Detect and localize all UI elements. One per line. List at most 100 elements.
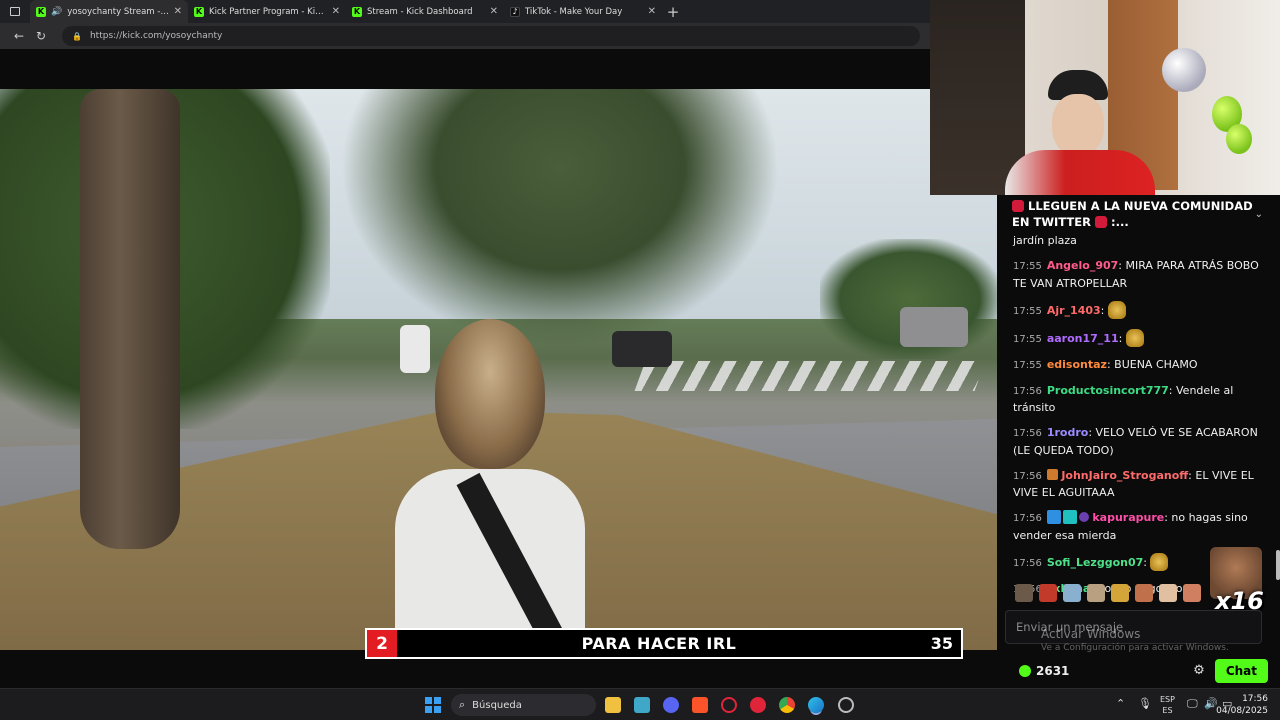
tab-title: Stream - Kick Dashboard xyxy=(367,6,473,17)
recent-emotes-row xyxy=(1015,582,1215,604)
close-tab-icon[interactable]: ✕ xyxy=(174,6,182,17)
ticker-text: PARA HACER IRL xyxy=(581,634,737,653)
network-icon[interactable]: 🖵 xyxy=(1187,697,1198,711)
window-menu-icon[interactable] xyxy=(0,0,30,23)
chrome-icon[interactable] xyxy=(779,697,795,713)
tab-title: Kick Partner Program - Kick Dashb xyxy=(209,6,328,17)
emote-icon[interactable] xyxy=(1015,584,1033,602)
tab-title: yosoychanty Stream - Watch xyxy=(67,6,169,17)
capcut-icon[interactable] xyxy=(634,697,650,713)
pinned-text: LLEGUEN A LA NUEVA COMUNIDAD EN TWITTER … xyxy=(1012,198,1255,230)
windows-start-icon[interactable] xyxy=(425,697,441,713)
chat-username[interactable]: Angelo_907 xyxy=(1047,259,1118,272)
chat-username[interactable]: Productosincort777 xyxy=(1047,384,1169,397)
chat-panel: LLEGUEN A LA NUEVA COMUNIDAD EN TWITTER … xyxy=(997,195,1280,688)
tab-tiktok[interactable]: ♪ TikTok - Make Your Day ✕ xyxy=(504,0,662,23)
opera-icon[interactable] xyxy=(750,697,766,713)
search-label: Búsqueda xyxy=(472,699,522,711)
clock-time: 17:56 xyxy=(1242,694,1268,704)
pinned-suffix: :... xyxy=(1111,215,1129,229)
channel-points[interactable]: 2631 xyxy=(1019,664,1193,678)
keyboard-layout: ES xyxy=(1162,706,1173,715)
chat-scrollbar[interactable] xyxy=(1276,550,1280,580)
emote-icon[interactable] xyxy=(1159,584,1177,602)
red-heart-emote-icon xyxy=(1012,200,1024,212)
ticker-left-number: 2 xyxy=(367,630,397,657)
chat-username[interactable]: 1rodro xyxy=(1047,426,1089,439)
chat-message: 17:55 Angelo_907: MIRA PARA ATRÁS BOBO TE… xyxy=(1013,259,1259,290)
points-icon xyxy=(1019,664,1031,677)
verified-badge-icon xyxy=(1078,512,1089,522)
emote-icon[interactable] xyxy=(1039,584,1057,602)
new-tab-button[interactable]: + xyxy=(662,3,684,21)
video-player[interactable] xyxy=(0,89,997,650)
chevron-up-icon[interactable]: ⌃ xyxy=(1116,697,1125,710)
chat-message: 17:55 edisontaz: BUENA CHAMO xyxy=(1013,357,1198,371)
tiktok-favicon-icon: ♪ xyxy=(510,6,520,17)
chat-username[interactable]: edisontaz xyxy=(1047,358,1107,371)
language-indicator[interactable]: ESP ES xyxy=(1160,694,1175,716)
obs-icon[interactable] xyxy=(838,697,854,713)
webcam-streamer xyxy=(1000,70,1155,195)
tab-kick-partner[interactable]: K Kick Partner Program - Kick Dashb ✕ xyxy=(188,0,346,23)
ticker-right-number: 35 xyxy=(930,634,953,653)
webcam-balloon xyxy=(1162,48,1206,92)
chat-username[interactable]: kapurapure xyxy=(1092,511,1164,524)
chat-username[interactable]: aaron17_11 xyxy=(1047,332,1119,345)
file-explorer-icon[interactable] xyxy=(605,697,621,713)
reload-icon[interactable]: ↻ xyxy=(30,29,52,43)
video-palm-trunk xyxy=(80,89,180,549)
chat-message: 17:56 kapurapure: no hagas sino vender e… xyxy=(1013,510,1248,542)
language-code: ESP xyxy=(1160,695,1175,704)
message-text: jardín plaza xyxy=(1013,234,1077,247)
pinned-message-text: LLEGUEN A LA NUEVA COMUNIDAD EN TWITTER xyxy=(1012,199,1253,229)
search-icon: ⌕ xyxy=(459,698,466,711)
microphone-icon[interactable]: 🎙 xyxy=(1138,697,1152,710)
message-text: BUENA CHAMO xyxy=(1114,357,1198,371)
chevron-down-icon[interactable]: ⌄ xyxy=(1255,209,1263,220)
close-tab-icon[interactable]: ✕ xyxy=(332,6,340,17)
brave-icon[interactable] xyxy=(692,697,708,713)
speaker-icon[interactable]: 🔊 xyxy=(51,7,62,17)
address-bar: ← ↻ 🔒 https://kick.com/yosoychanty xyxy=(0,23,930,49)
tab-yosoychanty[interactable]: K 🔊 yosoychanty Stream - Watch ✕ xyxy=(30,0,188,23)
emote-icon[interactable] xyxy=(1063,584,1081,602)
og-badge-icon xyxy=(1062,510,1077,524)
opera-gx-icon[interactable] xyxy=(721,697,737,713)
url-field[interactable]: 🔒 https://kick.com/yosoychanty xyxy=(62,26,920,46)
video-palm xyxy=(340,89,780,349)
message-time: 17:55 xyxy=(1013,333,1042,345)
chat-message: 17:55 Ajr_1403: xyxy=(997,300,1273,321)
chat-username[interactable]: Sofi_Lezggon07 xyxy=(1047,556,1143,569)
close-tab-icon[interactable]: ✕ xyxy=(648,6,656,17)
gear-icon[interactable]: ⚙ xyxy=(1193,663,1205,678)
webcam-overlay xyxy=(930,0,1280,195)
kick-favicon-icon: K xyxy=(194,6,204,17)
emote-icon[interactable] xyxy=(1183,584,1201,602)
message-time: 17:55 xyxy=(1013,359,1042,371)
discord-icon[interactable] xyxy=(663,697,679,713)
message-time: 17:56 xyxy=(1013,513,1042,524)
tab-kick-dashboard[interactable]: K Stream - Kick Dashboard ✕ xyxy=(346,0,504,23)
url-text: https://kick.com/yosoychanty xyxy=(89,31,223,41)
video-person xyxy=(395,319,585,650)
taskbar-search[interactable]: ⌕ Búsqueda xyxy=(451,694,596,716)
gold-hands-emote-icon xyxy=(1107,300,1126,319)
webcam-balloon xyxy=(1226,124,1252,154)
emote-icon[interactable] xyxy=(1135,584,1153,602)
chat-send-button[interactable]: Chat xyxy=(1214,658,1268,683)
video-car xyxy=(612,331,672,367)
chat-message: 17:56 JohnJairo_Stroganoff: EL VIVE EL V… xyxy=(1013,468,1254,499)
emote-icon[interactable] xyxy=(1087,584,1105,602)
chat-message: jardín plaza xyxy=(997,233,1273,250)
pinned-message[interactable]: LLEGUEN A LA NUEVA COMUNIDAD EN TWITTER … xyxy=(997,195,1273,233)
chat-username[interactable]: Ajr_1403 xyxy=(1047,304,1101,317)
edge-icon[interactable] xyxy=(808,697,824,713)
taskbar-clock[interactable]: 17:56 04/08/2025 xyxy=(1216,693,1268,717)
close-tab-icon[interactable]: ✕ xyxy=(490,6,498,17)
clock-date: 04/08/2025 xyxy=(1216,706,1268,716)
subscriber-badge-icon xyxy=(1046,510,1061,524)
emote-icon[interactable] xyxy=(1111,584,1129,602)
chat-username[interactable]: JohnJairo_Stroganoff xyxy=(1061,469,1188,482)
back-arrow-icon[interactable]: ← xyxy=(8,29,30,43)
